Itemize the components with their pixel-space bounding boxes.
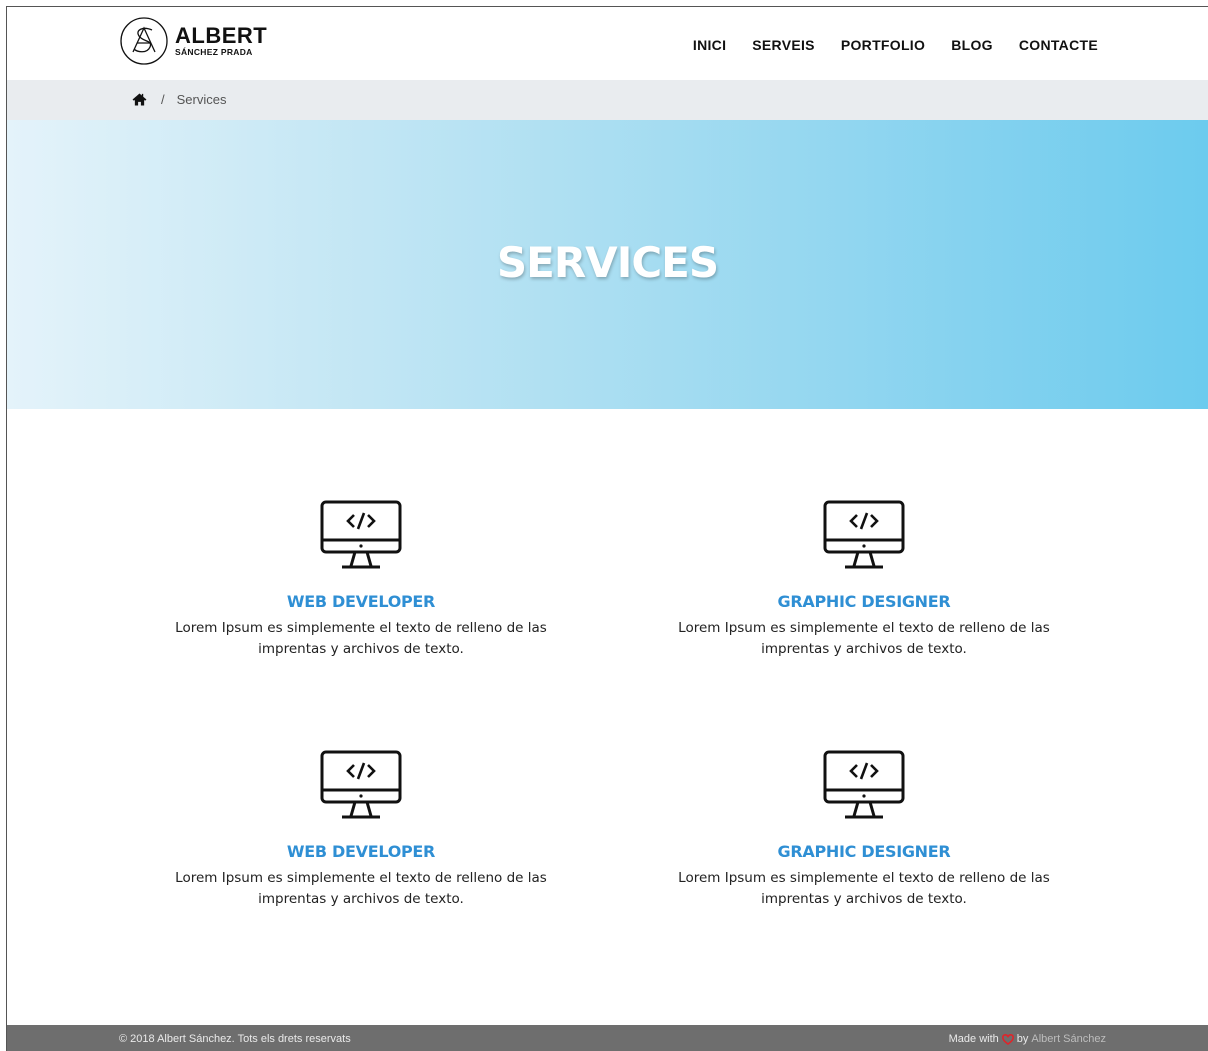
nav-blog[interactable]: BLOG — [951, 37, 993, 53]
service-description-line: imprentas y archivos de texto. — [258, 891, 464, 907]
made-with: Made with by Albert Sánchez — [949, 1033, 1106, 1045]
logo[interactable]: ALBERT SÁNCHEZ PRADA — [119, 16, 267, 66]
logo-name: ALBERT — [175, 23, 268, 49]
site-header: ALBERT SÁNCHEZ PRADA INICI SERVEIS PORTF… — [7, 7, 1208, 80]
nav-serveis[interactable]: SERVEIS — [752, 37, 815, 53]
monitor-code-icon — [320, 500, 402, 569]
service-description-line: Lorem Ipsum es simplemente el texto de r… — [175, 620, 547, 636]
service-description-line: Lorem Ipsum es simplemente el texto de r… — [175, 870, 547, 886]
heart-icon — [1001, 1033, 1014, 1045]
service-description-line: imprentas y archivos de texto. — [761, 641, 967, 657]
home-icon[interactable] — [132, 93, 147, 106]
nav-portfolio[interactable]: PORTFOLIO — [841, 37, 925, 53]
hero-banner: SERVICES — [7, 120, 1208, 409]
nav-inici[interactable]: INICI — [693, 37, 726, 53]
logo-monogram-icon — [120, 17, 168, 65]
breadcrumb: / Services — [132, 92, 226, 107]
breadcrumb-bar: / Services — [7, 80, 1208, 120]
service-title[interactable]: WEB DEVELOPER — [151, 592, 571, 611]
service-description-line: imprentas y archivos de texto. — [761, 891, 967, 907]
monitor-code-icon — [320, 750, 402, 819]
service-description: Lorem Ipsum es simplemente el texto de r… — [151, 618, 571, 660]
nav-contacte[interactable]: CONTACTE — [1019, 37, 1098, 53]
page: ALBERT SÁNCHEZ PRADA INICI SERVEIS PORTF… — [6, 6, 1208, 1051]
service-item: GRAPHIC DESIGNER Lorem Ipsum es simpleme… — [654, 500, 1074, 660]
monitor-code-icon — [823, 750, 905, 819]
service-description: Lorem Ipsum es simplemente el texto de r… — [654, 868, 1074, 910]
main-nav: INICI SERVEIS PORTFOLIO BLOG CONTACTE — [693, 37, 1098, 53]
service-description-line: Lorem Ipsum es simplemente el texto de r… — [678, 870, 1050, 886]
monitor-code-icon — [823, 500, 905, 569]
by-label: by — [1016, 1033, 1029, 1045]
service-title[interactable]: WEB DEVELOPER — [151, 842, 571, 861]
made-with-label: Made with — [948, 1033, 999, 1045]
breadcrumb-separator: / — [161, 92, 165, 107]
logo-text: ALBERT SÁNCHEZ PRADA — [175, 25, 267, 57]
logo-subtitle: SÁNCHEZ PRADA — [175, 47, 253, 58]
copyright: © 2018 Albert Sánchez. Tots els drets re… — [119, 1033, 351, 1045]
service-description-line: Lorem Ipsum es simplemente el texto de r… — [678, 620, 1050, 636]
service-description-line: imprentas y archivos de texto. — [258, 641, 464, 657]
service-title[interactable]: GRAPHIC DESIGNER — [654, 842, 1074, 861]
service-item: WEB DEVELOPER Lorem Ipsum es simplemente… — [151, 750, 571, 910]
breadcrumb-current: Services — [176, 92, 227, 107]
service-item: WEB DEVELOPER Lorem Ipsum es simplemente… — [151, 500, 571, 660]
service-description: Lorem Ipsum es simplemente el texto de r… — [151, 868, 571, 910]
service-title[interactable]: GRAPHIC DESIGNER — [654, 592, 1074, 611]
service-description: Lorem Ipsum es simplemente el texto de r… — [654, 618, 1074, 660]
site-footer: © 2018 Albert Sánchez. Tots els drets re… — [7, 1025, 1208, 1051]
author-link[interactable]: Albert Sánchez — [1031, 1033, 1106, 1045]
service-item: GRAPHIC DESIGNER Lorem Ipsum es simpleme… — [654, 750, 1074, 910]
page-title: SERVICES — [496, 238, 719, 287]
